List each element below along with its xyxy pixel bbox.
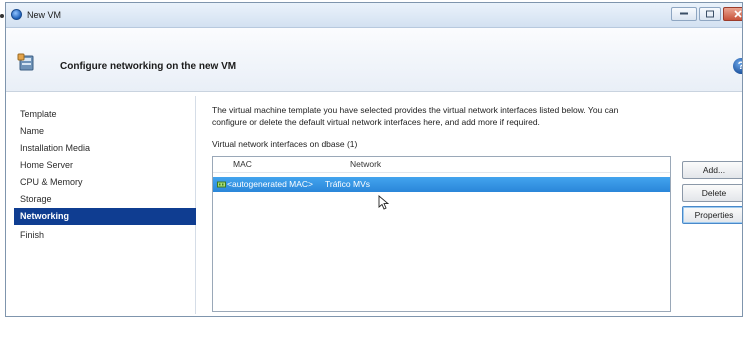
interfaces-label: Virtual network interfaces on dbase (1) xyxy=(212,139,358,149)
column-header-mac[interactable]: MAC xyxy=(233,157,252,172)
step-template[interactable]: Template xyxy=(14,106,196,123)
table-row[interactable]: <autogenerated MAC> Tráfico MVs xyxy=(213,177,670,192)
step-installation-media[interactable]: Installation Media xyxy=(14,140,196,157)
page-title: Configure networking on the new VM xyxy=(60,61,237,72)
vm-wizard-icon xyxy=(17,53,34,71)
minimize-button[interactable] xyxy=(671,7,697,21)
step-name[interactable]: Name xyxy=(14,123,196,140)
description-line-1: The virtual machine template you have se… xyxy=(212,105,619,115)
xencenter-logo-icon xyxy=(11,9,22,20)
close-button[interactable] xyxy=(723,7,742,21)
network-interfaces-list[interactable]: MAC Network <autogenerated MAC> Tráfico … xyxy=(212,156,671,312)
description-line-2: configure or delete the default virtual … xyxy=(212,117,540,127)
network-cell: Tráfico MVs xyxy=(325,179,371,189)
mac-cell: <autogenerated MAC> xyxy=(227,179,314,189)
maximize-button[interactable] xyxy=(699,7,721,21)
header-divider xyxy=(213,172,670,173)
close-icon xyxy=(734,10,742,18)
step-home-server[interactable]: Home Server xyxy=(14,157,196,174)
bullet-dot xyxy=(0,14,4,18)
wizard-header: Configure networking on the new VM ? xyxy=(6,28,742,92)
networking-panel: The virtual machine template you have se… xyxy=(202,96,742,314)
step-finish[interactable]: Finish xyxy=(14,227,196,244)
new-vm-dialog: New VM Configure networking on the new V… xyxy=(5,2,743,317)
maximize-icon xyxy=(706,10,714,18)
description-text: The virtual machine template you have se… xyxy=(212,104,742,128)
delete-button[interactable]: Delete xyxy=(682,184,742,202)
step-storage[interactable]: Storage xyxy=(14,191,196,208)
window-title: New VM xyxy=(27,10,62,20)
step-networking[interactable]: Networking xyxy=(14,208,196,225)
properties-button[interactable]: Properties xyxy=(682,206,742,224)
mouse-pointer-icon xyxy=(378,195,389,210)
step-cpu-memory[interactable]: CPU & Memory xyxy=(14,174,196,191)
help-icon[interactable]: ? xyxy=(733,58,742,74)
title-bar: New VM xyxy=(6,3,742,28)
minimize-icon xyxy=(680,12,688,15)
network-interface-icon xyxy=(217,181,226,188)
column-header-network[interactable]: Network xyxy=(350,157,381,172)
wizard-steps: Template Name Installation Media Home Se… xyxy=(14,96,196,314)
add-button[interactable]: Add... xyxy=(682,161,742,179)
